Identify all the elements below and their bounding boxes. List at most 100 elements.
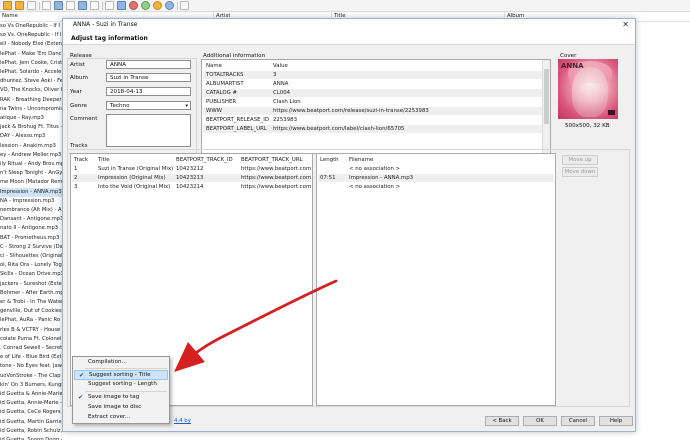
file-list-item[interactable]: . Conrad Sewell - Secrets <box>0 344 62 353</box>
save-icon[interactable] <box>27 1 36 10</box>
file-list-item[interactable]: id Guetta, Martin Garrix, B <box>0 418 62 427</box>
tag-icon[interactable] <box>42 1 51 10</box>
musicbrainz-icon[interactable] <box>141 1 150 10</box>
menu-item-save-to-tag[interactable]: ✔ Save image to tag <box>74 393 168 403</box>
menu-item-save-to-disc[interactable]: Save image to disc <box>74 403 168 413</box>
file-list-item[interactable]: id Guetta & Annie-Marie - <box>0 390 62 399</box>
back-button[interactable]: < Back <box>485 416 519 426</box>
menu-item-extract-cover[interactable]: Extract cover... <box>74 413 168 423</box>
file-list-item[interactable]: lePhat, AuRa - Panic Ro <box>0 316 62 325</box>
file-list-item[interactable]: NA - Impression.mp3 <box>0 197 62 206</box>
file-list-item[interactable]: id Guetta, Snoop Dogg - <box>0 436 62 440</box>
track-cell-url: https://www.beatport.com/tr <box>241 184 311 190</box>
file-list-item[interactable]: DAY - Alesso.mp3 <box>0 132 62 141</box>
discogs-icon[interactable] <box>153 1 162 10</box>
file-list-item[interactable]: atique - Ray.mp3 <box>0 114 62 123</box>
file-list-item[interactable]: jack & Brohug Ft. Titus - <box>0 123 62 132</box>
cancel-button[interactable]: Cancel <box>561 416 595 426</box>
dialog-titlebar: ANNA - Suzi in Transe ✕ <box>63 19 635 31</box>
file-list-item[interactable]: n't Sleep Tonight - AnGy <box>0 169 62 178</box>
cover-image[interactable]: ANNA <box>558 59 618 119</box>
file-list-item[interactable]: jackers - Sureshot (Exten <box>0 280 62 289</box>
additional-row-value: CL004 <box>273 90 291 96</box>
additional-row-name: CATALOG # <box>206 90 238 96</box>
artist-field[interactable]: ANNA <box>106 60 191 69</box>
file-list-item[interactable]: id Guetta, CeCe Rogers - <box>0 408 62 417</box>
file-list-item[interactable]: nato II - Antigone.mp3 <box>0 224 62 233</box>
convert-icon[interactable] <box>66 1 75 10</box>
track-cell-id: 10423214 <box>176 184 204 190</box>
file-list-item[interactable]: Impression - ANNA.mp3 <box>0 187 62 197</box>
scrollbar-thumb[interactable] <box>544 69 549 124</box>
file-cell-filename: Impression - ANNA.mp3 <box>349 175 414 181</box>
additional-row-value: https://www.beatport.com/label/clash-lio… <box>273 126 405 132</box>
file-list-item[interactable]: tone - No Eyes feat. Jaw <box>0 362 62 371</box>
file-list-item[interactable]: id Guetta, Annie-Marie - <box>0 399 62 408</box>
file-list-item[interactable]: lePhat, Jem Cooke, Crist <box>0 59 62 68</box>
file-list-item[interactable]: e of Life - Blue Bird (Ext <box>0 353 62 362</box>
file-list-item[interactable]: so Vs OneRepublic - If I <box>0 22 62 31</box>
file-list-item[interactable]: dhuntez, Steve Aoki - Fe <box>0 77 62 86</box>
freedb-icon[interactable] <box>129 1 138 10</box>
file-list-item[interactable]: lePhat - Make 'Em Danc <box>0 50 62 59</box>
file-list-item[interactable]: RAK - Breathing Deeper ( <box>0 96 62 105</box>
menu-item-sort-title[interactable]: ✔ Suggest sorting - Title <box>74 370 168 380</box>
file-list-item[interactable]: genville, Out of Cookies <box>0 307 62 316</box>
file-list-item[interactable]: BAT - Prometheus.mp3 <box>0 234 62 243</box>
column-name[interactable]: Name <box>2 13 18 19</box>
web-sources-icon[interactable] <box>117 1 126 10</box>
file-list-item[interactable]: na Twins - Uncompromis <box>0 105 62 114</box>
file-list-item[interactable]: Bohmer - After Earth.mp <box>0 289 62 298</box>
menu-item-sort-length[interactable]: Suggest sorting - Length <box>74 380 168 390</box>
file-list-item[interactable]: colate Puma Ft. Colonel <box>0 335 62 344</box>
file-list-item[interactable]: C - Strong 2 Survive (Dar <box>0 243 62 252</box>
ok-button[interactable]: OK <box>523 416 557 426</box>
file-cell-length: 07:51 <box>320 175 336 181</box>
file-list-item[interactable]: ily Ritual - Andy Bros.mp <box>0 160 62 169</box>
additional-scrollbar[interactable] <box>542 60 550 153</box>
file-list-item[interactable]: so Vs. OneRepublic - If I L <box>0 31 62 40</box>
version-link[interactable]: 4.4 by <box>174 418 191 424</box>
year-field[interactable]: 2018-04-13 <box>106 87 191 96</box>
album-field[interactable]: Suzi in Transe <box>106 73 191 82</box>
file-list-item[interactable]: lePhat, Solardo - Accele <box>0 68 62 77</box>
folder-icon[interactable] <box>3 1 12 10</box>
help-button[interactable]: Help <box>599 416 633 426</box>
file-list-item[interactable]: lession - Anakim.mp3 <box>0 142 62 151</box>
track-cell-id: 10423213 <box>176 175 204 181</box>
file-list-item[interactable]: me Moon (Matador Remix <box>0 178 62 187</box>
tracks-col-id: BEATPORT_TRACK_ID <box>176 157 233 163</box>
actions-icon[interactable] <box>78 1 87 10</box>
rename-icon[interactable] <box>54 1 63 10</box>
file-list-item[interactable]: ol, Rita Ora - Lonely Toge <box>0 261 62 270</box>
tracks-col-title: Title <box>98 157 110 163</box>
online-icon[interactable] <box>165 1 174 10</box>
track-cell-url: https://www.beatport.com/tr <box>241 166 311 172</box>
menu-item-compilation[interactable]: Compilation... <box>74 358 168 368</box>
comment-field[interactable] <box>106 114 191 147</box>
file-list-item[interactable]: ci - Silhouettes (Original <box>0 252 62 261</box>
additional-info-table[interactable]: Name Value TOTALTRACKS 3 ALBUMARTIST ANNA CA… <box>201 59 551 154</box>
menu-item-label: Suggest sorting - Length <box>88 381 157 387</box>
file-list-item[interactable]: ey - Andrew Meller.mp3 <box>0 151 62 160</box>
files-table[interactable]: Length Filename < no association > 07:51 I… <box>316 153 556 406</box>
file-list-item[interactable]: rles B & VCTRY - House <box>0 326 62 335</box>
file-list-item[interactable]: Skills - Ocean Drive.mp3 <box>0 270 62 279</box>
file-list-item[interactable]: kin' On 3 Burners, Kungs <box>0 381 62 390</box>
close-icon[interactable]: ✕ <box>622 20 629 29</box>
folder-open-icon[interactable] <box>15 1 24 10</box>
edit-icon[interactable] <box>90 1 99 10</box>
file-list-item[interactable]: er & Trobi - In The Water <box>0 298 62 307</box>
move-down-button[interactable]: Move down <box>562 167 598 177</box>
wrench-icon[interactable] <box>180 1 189 10</box>
list-icon[interactable] <box>105 1 114 10</box>
file-list-item[interactable]: uoVonStroke - The Clap <box>0 372 62 381</box>
move-up-button[interactable]: Move up <box>562 155 598 165</box>
file-list-item[interactable]: ell - Nobody Else (Extend <box>0 40 62 49</box>
file-list-item[interactable]: nembrance (Alt Mix) - A <box>0 206 62 215</box>
genre-select[interactable]: Techno ▾ <box>106 101 191 110</box>
file-list-item[interactable]: id Guetta, Robin Schulz, C <box>0 427 62 436</box>
file-list-item[interactable]: VO, The Knocks, Oliver H <box>0 86 62 95</box>
additional-row-value: Clash Lion <box>273 99 301 105</box>
file-list-item[interactable]: Dansant - Antigone.mp3 <box>0 215 62 224</box>
